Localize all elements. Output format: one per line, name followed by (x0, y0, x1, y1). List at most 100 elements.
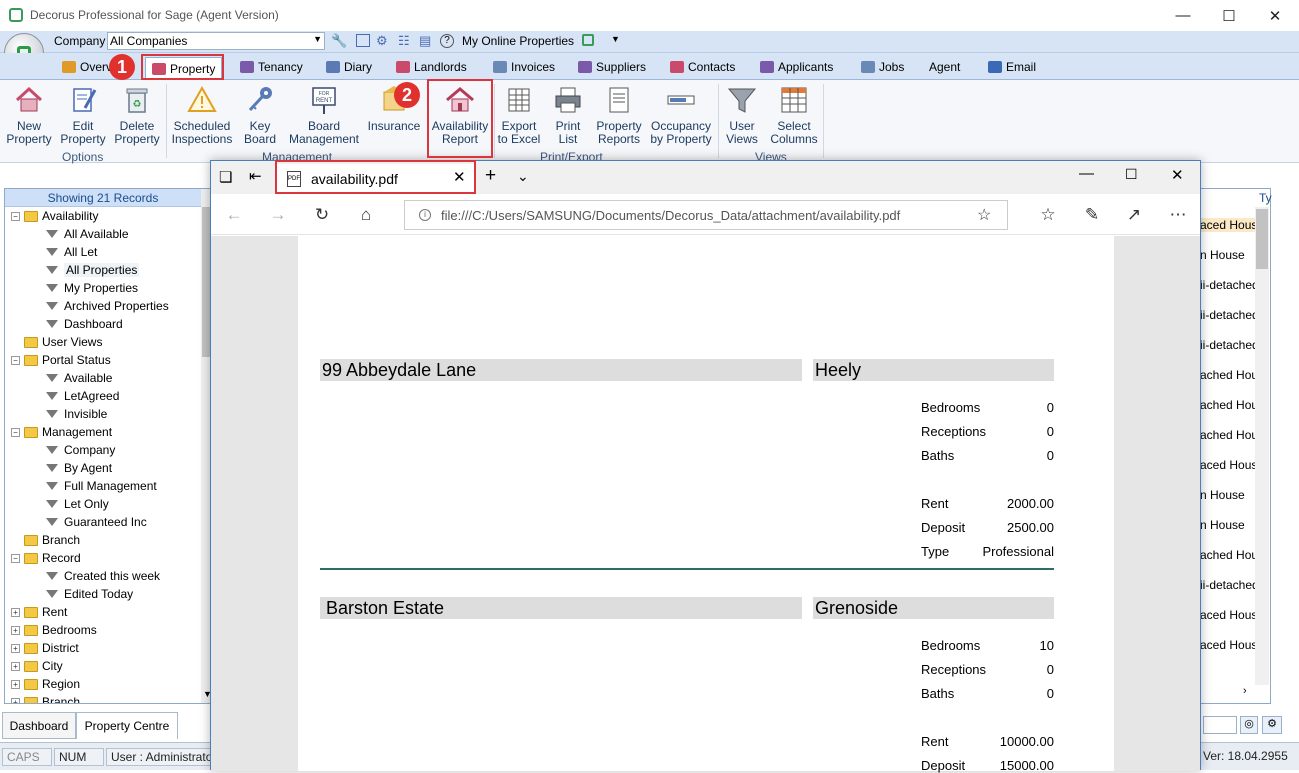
grid-cell-type[interactable]: n House (1200, 518, 1245, 532)
tree-item[interactable]: Available (46, 369, 112, 387)
browser-close-button[interactable]: ✕ (1171, 166, 1184, 184)
scrollbar-thumb[interactable] (202, 207, 210, 357)
tab-email[interactable]: Email (988, 57, 1036, 77)
wrench-icon[interactable]: 🔧 (331, 33, 347, 49)
expand-icon[interactable]: + (11, 697, 20, 703)
print-list-button[interactable]: Print List (547, 84, 589, 146)
occupancy-button[interactable]: Occupancy by Property (648, 84, 714, 146)
grid-cell-type[interactable]: n House (1200, 488, 1245, 502)
tree-item[interactable]: − Portal Status (11, 351, 111, 369)
tree-item[interactable]: My Properties (46, 279, 138, 297)
tab-list-chevron-icon[interactable]: ⌄ (517, 168, 529, 185)
tree-item[interactable]: All Available (46, 225, 129, 243)
grid-scrollbar[interactable] (1255, 207, 1269, 685)
tree-item[interactable]: Full Management (46, 477, 157, 495)
grid-cell-type[interactable]: aced Hous (1200, 218, 1258, 232)
property-reports-button[interactable]: Property Reports (594, 84, 644, 146)
image-tool-icon[interactable] (356, 34, 370, 47)
tree-item[interactable]: All Let (46, 243, 97, 261)
tree-item[interactable]: Let Only (46, 495, 109, 513)
collapse-icon[interactable]: − (11, 211, 20, 221)
tree-item[interactable]: + Rent (11, 603, 67, 621)
tree-item[interactable]: + Region (11, 675, 80, 693)
tree-item[interactable]: Invisible (46, 405, 107, 423)
pdf-viewer[interactable]: 99 Abbeydale Lane Heely Bedrooms 0 Recep… (211, 236, 1200, 773)
refresh-icon[interactable]: ↻ (307, 202, 337, 228)
tab-actions-icon[interactable]: ❏ (219, 168, 232, 186)
tab-dashboard[interactable]: Dashboard (2, 712, 76, 739)
key-board-button[interactable]: Key Board (240, 84, 280, 146)
tree-item[interactable]: By Agent (46, 459, 112, 477)
expand-icon[interactable]: + (11, 679, 20, 689)
quick-access-dropdown-icon[interactable]: ▼ (611, 34, 620, 44)
tab-invoices[interactable]: Invoices (493, 57, 555, 77)
collapse-icon[interactable]: − (11, 553, 20, 563)
home-icon[interactable]: ⌂ (351, 202, 381, 228)
tab-contacts[interactable]: Contacts (670, 57, 735, 77)
tree-item[interactable]: + Branch (11, 693, 80, 703)
search-box[interactable] (1203, 716, 1237, 734)
grid-cell-type[interactable]: aced Hous (1200, 608, 1257, 622)
tree-item[interactable]: User Views (11, 333, 102, 351)
scheduled-inspections-button[interactable]: Scheduled Inspections (170, 84, 234, 146)
board-management-button[interactable]: FOR RENT Board Management (287, 84, 361, 146)
grid-cell-type[interactable]: ii-detached (1200, 278, 1259, 292)
refresh-icon[interactable] (582, 34, 594, 46)
more-icon[interactable]: ⋯ (1163, 202, 1193, 228)
tree-item[interactable]: LetAgreed (46, 387, 119, 405)
grid-cell-type[interactable]: ii-detached (1200, 578, 1259, 592)
settings-icon[interactable]: ⚙ (376, 33, 388, 49)
column-header-type[interactable]: Ty (1259, 191, 1272, 205)
online-properties-link[interactable]: My Online Properties (462, 34, 574, 48)
grid-cell-type[interactable]: aced Hous (1200, 458, 1257, 472)
tree-item[interactable]: + Bedrooms (11, 621, 97, 639)
tab-overview[interactable]: Overv (62, 57, 112, 77)
tree-item[interactable]: Edited Today (46, 585, 133, 603)
forward-arrow-icon[interactable]: → (263, 202, 293, 228)
back-arrow-icon[interactable]: ← (219, 202, 249, 228)
tree-icon[interactable]: ☷ (398, 33, 410, 49)
tab-agent[interactable]: Agent (929, 57, 960, 77)
tree-item[interactable]: Branch (11, 531, 80, 549)
grid-cell-type[interactable]: n House (1200, 248, 1245, 262)
pen-icon[interactable]: ✎ (1077, 202, 1107, 228)
grid-scrollbar-thumb[interactable] (1256, 209, 1268, 269)
tab-diary[interactable]: Diary (326, 57, 372, 77)
close-button[interactable]: ✕ (1252, 0, 1298, 31)
expand-icon[interactable]: + (11, 661, 20, 671)
tree-item[interactable]: Archived Properties (46, 297, 169, 315)
address-bar[interactable]: i file:///C:/Users/SAMSUNG/Documents/Dec… (404, 200, 1008, 230)
tree-item[interactable]: All Properties (46, 261, 140, 279)
grid-cell-type[interactable]: aced Hous (1200, 638, 1257, 652)
company-select[interactable]: All Companies ▼ (107, 32, 325, 50)
collapse-icon[interactable]: − (11, 427, 20, 437)
tree-item[interactable]: Guaranteed Inc (46, 513, 147, 531)
user-views-button[interactable]: User Views (722, 84, 762, 146)
edit-property-button[interactable]: Edit Property (58, 84, 108, 146)
info-icon[interactable]: i (419, 209, 431, 221)
new-tab-icon[interactable]: + (485, 165, 496, 187)
tree-item[interactable]: Dashboard (46, 315, 123, 333)
browser-maximize-button[interactable]: ☐ (1125, 166, 1138, 183)
expand-icon[interactable]: + (11, 643, 20, 653)
tab-tenancy[interactable]: Tenancy (240, 57, 303, 77)
set-aside-tabs-icon[interactable]: ⇤ (249, 167, 262, 185)
collapse-icon[interactable]: − (11, 355, 20, 365)
chevron-right-icon[interactable]: › (1243, 685, 1247, 697)
tree-item[interactable]: − Record (11, 549, 81, 567)
search-settings-icon[interactable]: ⚙ (1262, 716, 1282, 734)
share-icon[interactable]: ↗ (1119, 202, 1149, 228)
tree-item[interactable]: Company (46, 441, 115, 459)
tree-item[interactable]: Created this week (46, 567, 160, 585)
tab-jobs[interactable]: Jobs (861, 57, 904, 77)
document-icon[interactable]: ▤ (419, 33, 431, 49)
expand-icon[interactable]: + (11, 625, 20, 635)
tab-landlords[interactable]: Landlords (396, 57, 467, 77)
delete-property-button[interactable]: ♻ Delete Property (112, 84, 162, 146)
expand-icon[interactable]: + (11, 607, 20, 617)
tree-item[interactable]: − Management (11, 423, 112, 441)
browser-minimize-button[interactable]: — (1079, 165, 1094, 182)
binoculars-icon[interactable]: ◎ (1240, 716, 1258, 734)
tab-suppliers[interactable]: Suppliers (578, 57, 646, 77)
grid-cell-type[interactable]: ii-detached (1200, 338, 1259, 352)
